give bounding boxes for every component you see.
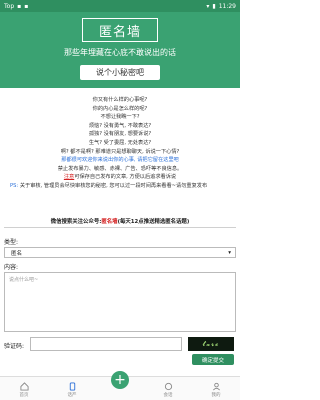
intro-text: 你又有什么样的心事呢? 你的内心是怎么样的呢? 不想让我瞧一下? 烦恼? 没有勇… (0, 96, 240, 191)
app-subtitle: 那些年埋藏在心底不敢说出的话 (64, 48, 176, 57)
type-select[interactable]: 匿名 ▾ (4, 247, 236, 258)
chat-icon (164, 382, 172, 391)
intro-line: 生气? 受了委屈, 无处表达? (88, 139, 152, 146)
wechat-notice: 微信搜索关注公众号:匿名墙(每天12点推送精选匿名话题) (50, 219, 190, 225)
plus-icon[interactable]: + (111, 371, 129, 389)
intro-line: 孤独? 没有朋友, 想要诉说? (88, 131, 152, 138)
home-icon (19, 382, 29, 391)
tab-home[interactable]: 首页 (0, 377, 48, 400)
tab-profile[interactable]: 我的 (192, 377, 240, 400)
notice-line: 注意可保存自己发布的文章, 方便以后追求看诉说 (63, 174, 177, 181)
rules-line: 禁止发布暴力、敏感、赤裸、广告、恐吓等不良信息。 (57, 165, 183, 172)
notice-link[interactable]: 注意 (64, 174, 74, 180)
intro-line: 你的内心是怎么样的呢? (92, 105, 148, 112)
tab-chat[interactable]: 会话 (144, 377, 192, 400)
divider (4, 227, 236, 228)
hero-banner: 匿名墙 那些年埋藏在心底不敢说出的话 说个小秘密吧 (0, 12, 240, 88)
intro-line: 不想让我瞧一下? (100, 114, 140, 121)
intro-line: 烦恼? 没有勇气, 不敢表达? (88, 122, 152, 129)
type-label: 类型: (4, 239, 19, 246)
ps-label: PS: (10, 182, 19, 189)
tab-topics[interactable]: 话严 (48, 377, 96, 400)
app-title: 匿名墙 (82, 18, 158, 42)
tell-secret-button[interactable]: 说个小秘密吧 (80, 65, 160, 80)
content-textarea[interactable]: 说点什么吧~ (4, 272, 236, 332)
intro-line: 你又有什么样的心事呢? (92, 97, 148, 103)
type-select-value: 匿名 (11, 250, 23, 257)
wifi-icon: ▾ (206, 2, 210, 10)
intro-line-highlight: 那都很可欢迎你来说出你的心事, 请把它留在这里吧 (61, 157, 179, 164)
phone-icon (69, 382, 75, 391)
submit-button[interactable]: 确定提交 (192, 354, 234, 365)
user-icon (212, 382, 220, 391)
status-time-left: Top (4, 2, 15, 10)
android-icon: ▪ (24, 2, 29, 10)
tab-add[interactable]: + (96, 371, 144, 400)
verify-label: 验证码: (4, 343, 25, 350)
chevron-down-icon: ▾ (228, 249, 231, 256)
captcha-image[interactable]: 𝓽𝔁𝓻𝓬 (188, 337, 234, 351)
ps-line: PS: 关于审核, 管理员会尽快审核您的秘密, 您可以过一段时间再来看看~请勿重… (0, 182, 240, 191)
content-label: 内容: (4, 264, 19, 271)
status-clock: 11:29 (218, 2, 236, 10)
wechat-account-name: 匿名墙 (101, 219, 118, 225)
status-bar: Top ▪ ▪ ▾ ▮ 11:29 (0, 0, 240, 12)
battery-icon: ▮ (212, 2, 216, 10)
ps-text: 关于审核, 管理员会尽快审核您的秘密, 您可以过一段时间再来看看~请勿重复发布 (19, 182, 208, 189)
notification-icon: ▪ (17, 2, 22, 10)
captcha-input[interactable] (30, 337, 182, 351)
intro-line: 啊? 都不是啊? 那难道只是想聊聊天, 诉说一下心情? (60, 148, 180, 155)
bottom-tab-bar: 首页 话严 + 会话 我的 (0, 371, 240, 400)
